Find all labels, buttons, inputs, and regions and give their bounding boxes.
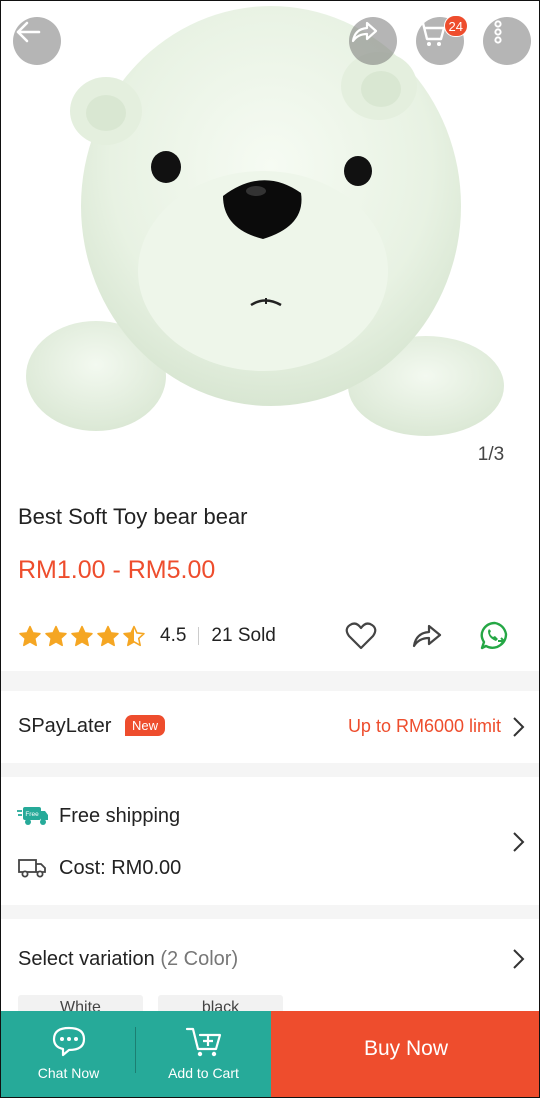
chevron-right-icon: [513, 949, 525, 969]
chat-now-button[interactable]: Chat Now: [1, 1011, 136, 1097]
shipping-cost: Cost: RM0.00: [59, 857, 182, 879]
whatsapp-icon: [480, 621, 508, 650]
add-to-cart-button[interactable]: Add to Cart: [136, 1011, 271, 1097]
shopping-cart-icon: [417, 21, 446, 46]
rating-stars: [18, 625, 146, 647]
bottom-divider: [135, 1027, 136, 1073]
sold-count: 21 Sold: [211, 625, 276, 646]
add-to-cart-icon: [185, 1027, 221, 1057]
free-shipping-label: Free shipping: [59, 805, 181, 827]
buy-now-button[interactable]: Buy Now: [271, 1011, 539, 1097]
rating-value: 4.5: [160, 625, 187, 646]
chat-now-label: Chat Now: [37, 1065, 100, 1081]
spaylater-limit: Up to RM6000 limit: [347, 716, 501, 736]
rating-row: 4.5 21 Sold: [18, 619, 528, 653]
star-icon: [97, 625, 119, 647]
delivery-truck-icon: [18, 859, 46, 878]
spaylater-label: SPayLater: [18, 715, 112, 737]
share-button[interactable]: [349, 17, 397, 65]
variation-count: (2 Color): [160, 948, 239, 970]
arrow-left-icon: [16, 21, 41, 43]
product-page: 24 1/3 Best Soft Toy bear bear RM1.00 - …: [0, 0, 540, 1098]
product-title: Best Soft Toy bear bear: [18, 504, 248, 529]
add-to-cart-label: Add to Cart: [168, 1065, 239, 1081]
share-product-button[interactable]: [410, 619, 444, 653]
section-divider: [1, 671, 539, 691]
star-icon: [71, 625, 93, 647]
whatsapp-share-button[interactable]: [476, 619, 510, 653]
section-divider: [1, 905, 539, 919]
shipping-row[interactable]: Free Free shipping Cost: RM0.00: [1, 777, 539, 905]
heart-icon: [345, 622, 377, 650]
star-icon: [45, 625, 67, 647]
share-arrow-icon: [351, 21, 378, 43]
polar-bear-plush-image: [26, 6, 504, 436]
product-price: RM1.00 - RM5.00: [18, 556, 216, 584]
divider: [198, 627, 200, 645]
new-badge: New: [125, 715, 166, 736]
favorite-button[interactable]: [344, 619, 378, 653]
back-button[interactable]: [13, 17, 61, 65]
chevron-right-icon: [513, 832, 525, 852]
free-badge-text: Free: [25, 811, 39, 818]
variation-title: Select variation: [18, 948, 155, 970]
star-icon: [19, 625, 41, 647]
share-arrow-icon: [412, 624, 442, 648]
chat-bubble-icon: [52, 1026, 85, 1057]
product-image-carousel[interactable]: 24 1/3: [1, 1, 539, 481]
spaylater-row[interactable]: SPayLater New Up to RM6000 limit: [1, 691, 539, 763]
cart-count-badge: 24: [443, 15, 468, 37]
free-shipping-truck-icon: Free: [17, 807, 48, 825]
secondary-actions: Chat Now Add to Cart: [1, 1011, 271, 1097]
section-divider: [1, 763, 539, 777]
bottom-action-bar: Chat Now Add to Cart Buy Now: [1, 1011, 539, 1097]
cart-button[interactable]: 24: [416, 15, 468, 65]
image-pager: 1/3: [461, 439, 521, 471]
vertical-dots-icon: [494, 20, 502, 44]
select-variation-row[interactable]: Select variation (2 Color) White black: [1, 919, 539, 1025]
chevron-right-icon: [513, 717, 525, 737]
star-icon: [123, 625, 145, 647]
variation-label: Select variation (2 Color): [18, 948, 238, 971]
more-options-button[interactable]: [483, 17, 531, 65]
